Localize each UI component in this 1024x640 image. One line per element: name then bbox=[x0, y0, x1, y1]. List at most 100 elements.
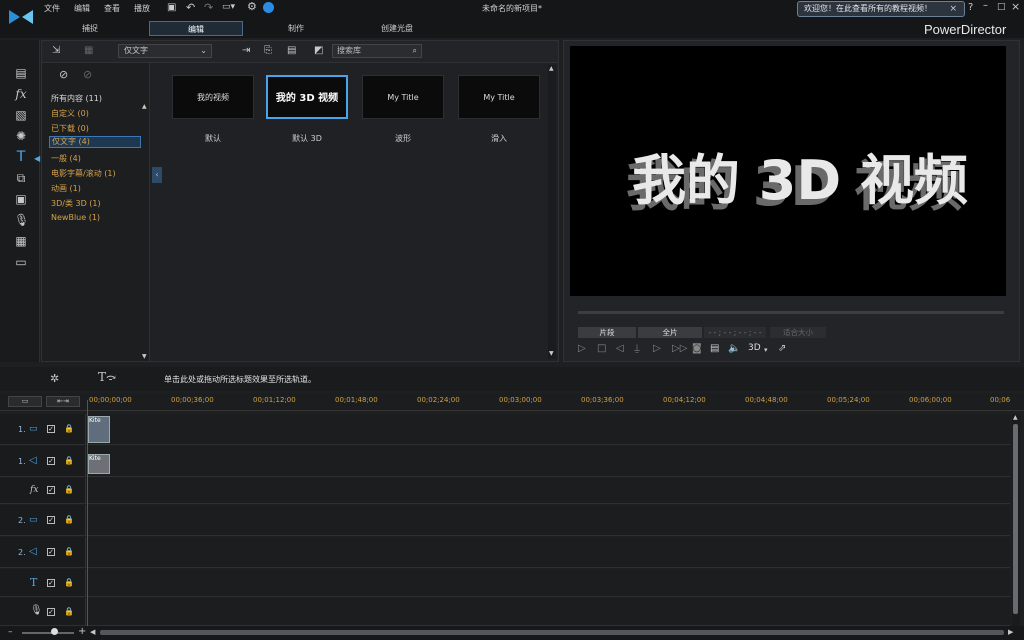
menu-play[interactable]: 播放 bbox=[134, 3, 150, 14]
effect-track[interactable]: fx ✓ 🔒 bbox=[0, 478, 1010, 504]
audio-track-1[interactable]: 1. ◁ ✓ 🔒 Kite bbox=[0, 446, 1010, 477]
track-enable-checkbox[interactable]: ✓ bbox=[47, 608, 55, 616]
split-icon[interactable]: ⍊ bbox=[634, 343, 640, 354]
scroll-up-icon[interactable]: ▲ bbox=[1013, 414, 1018, 421]
category-animation[interactable]: 动画 (1) bbox=[51, 183, 81, 194]
category-3d[interactable]: 3D/类 3D (1) bbox=[51, 198, 101, 209]
category-text-only[interactable]: 仅文字 (4) bbox=[49, 136, 141, 148]
video-track-2[interactable]: 2. ▭ ✓ 🔒 bbox=[0, 505, 1010, 536]
clip-mode-button[interactable]: 片段 bbox=[578, 327, 636, 338]
monitor-icon[interactable]: ▭▾ bbox=[222, 2, 235, 12]
voice-track[interactable]: 🎙 ✓ 🔒 bbox=[0, 598, 1010, 626]
media-room-icon[interactable]: ▤ bbox=[14, 66, 28, 80]
remove-tag-icon[interactable]: ⊘ bbox=[83, 68, 92, 81]
search-icon[interactable]: ⌕ bbox=[413, 45, 417, 57]
filter-dropdown[interactable]: 仅文字 ⌄ bbox=[118, 44, 212, 58]
3d-mode-button[interactable]: 3D bbox=[748, 343, 761, 353]
transition-room-icon[interactable]: ⧉ bbox=[14, 171, 28, 185]
lock-icon[interactable]: 🔒 bbox=[64, 608, 74, 616]
audio-clip[interactable]: Kite bbox=[88, 454, 110, 474]
title-template-default[interactable]: 我的视频 bbox=[172, 75, 254, 119]
timeline-ruler[interactable]: ▭ ⇤⇥ 00;00;00;00 00;00;36;00 00;01;12;00… bbox=[0, 393, 1024, 411]
timecode-display[interactable]: - - ; - - ; - - ; - - bbox=[704, 327, 766, 338]
upgrade-icon[interactable] bbox=[263, 2, 274, 13]
fx-room-icon[interactable]: fx bbox=[14, 87, 28, 101]
save-icon[interactable]: ▣ bbox=[167, 2, 176, 13]
redo-icon[interactable]: ↷ bbox=[204, 1, 213, 14]
track-enable-checkbox[interactable]: ✓ bbox=[47, 457, 55, 465]
new-title-icon[interactable]: ⇥ bbox=[242, 45, 250, 56]
category-scroll-down[interactable]: ▼ bbox=[142, 353, 147, 360]
play-icon[interactable]: ▷ bbox=[578, 343, 586, 354]
previous-frame-icon[interactable]: ◁ bbox=[616, 343, 624, 354]
menu-file[interactable]: 文件 bbox=[44, 3, 60, 14]
welcome-banner[interactable]: 欢迎您！在此查看所有的教程视频！ × bbox=[797, 1, 965, 17]
zoom-slider-handle[interactable] bbox=[51, 628, 58, 635]
audio-mixing-icon[interactable]: ▣ bbox=[14, 192, 28, 206]
track-enable-checkbox[interactable]: ✓ bbox=[47, 579, 55, 587]
title-template-wave[interactable]: My Title bbox=[362, 75, 444, 119]
preview-scrubber[interactable] bbox=[578, 311, 1004, 314]
collapse-panel-button[interactable]: ‹ bbox=[152, 167, 162, 183]
subtitle-icon[interactable]: ▤ bbox=[710, 343, 719, 354]
track-enable-checkbox[interactable]: ✓ bbox=[47, 548, 55, 556]
minimize-icon[interactable]: – bbox=[983, 0, 988, 11]
zoom-slider[interactable] bbox=[22, 632, 74, 634]
lock-icon[interactable]: 🔒 bbox=[64, 579, 74, 587]
lock-icon[interactable]: 🔒 bbox=[64, 457, 74, 465]
tab-capture[interactable]: 捕捉 bbox=[58, 21, 122, 36]
volume-icon[interactable]: 🔈 bbox=[728, 343, 740, 354]
zoom-in-icon[interactable]: + bbox=[78, 626, 86, 637]
zoom-out-icon[interactable]: – bbox=[8, 627, 13, 637]
lock-icon[interactable]: 🔒 bbox=[64, 425, 74, 433]
title-template-slide-in[interactable]: My Title bbox=[458, 75, 540, 119]
scroll-down-icon[interactable]: ▼ bbox=[549, 350, 554, 357]
category-all[interactable]: 所有内容 (11) bbox=[51, 93, 102, 104]
menu-view[interactable]: 查看 bbox=[104, 3, 120, 14]
playhead[interactable] bbox=[87, 400, 88, 628]
library-search-input[interactable]: 搜索库 ⌕ bbox=[332, 44, 422, 58]
category-general[interactable]: 一般 (4) bbox=[51, 153, 81, 164]
lock-icon[interactable]: 🔒 bbox=[64, 486, 74, 494]
plugins-icon[interactable]: ▦ bbox=[84, 45, 93, 56]
magic-tools-icon[interactable]: ✲ bbox=[50, 372, 59, 385]
menu-edit[interactable]: 编辑 bbox=[74, 3, 90, 14]
scroll-left-icon[interactable]: ◀ bbox=[90, 628, 95, 636]
track-enable-checkbox[interactable]: ✓ bbox=[47, 425, 55, 433]
thumbnail-size-icon[interactable]: ◩ bbox=[314, 45, 323, 56]
category-scroll-up[interactable]: ▲ bbox=[142, 103, 147, 110]
video-track-1[interactable]: 1. ▭ ✓ 🔒 Kite bbox=[0, 414, 1010, 445]
lock-icon[interactable]: 🔒 bbox=[64, 548, 74, 556]
title-designer-icon[interactable]: T⤼ bbox=[98, 370, 116, 384]
audio-track-2[interactable]: 2. ◁ ✓ 🔒 bbox=[0, 537, 1010, 568]
category-newblue[interactable]: NewBlue (1) bbox=[51, 213, 100, 222]
fast-forward-icon[interactable]: ▷▷ bbox=[672, 343, 687, 354]
lock-icon[interactable]: 🔒 bbox=[64, 516, 74, 524]
view-mode-icon[interactable]: ▤ bbox=[287, 45, 296, 56]
pip-room-icon[interactable]: ▧ bbox=[14, 108, 28, 122]
undo-icon[interactable]: ↶ bbox=[186, 1, 195, 14]
modify-icon[interactable]: ⎘ bbox=[264, 45, 272, 56]
tab-edit[interactable]: 编辑 bbox=[149, 21, 243, 36]
timeline-view-button[interactable]: ⇤⇥ bbox=[46, 396, 80, 407]
stop-icon[interactable]: □ bbox=[597, 343, 606, 354]
voiceover-icon[interactable]: 🎙 bbox=[14, 213, 29, 227]
maximize-icon[interactable]: □ bbox=[997, 2, 1006, 12]
timeline-horizontal-scrollbar[interactable] bbox=[100, 630, 1004, 635]
snapshot-icon[interactable]: ◙ bbox=[692, 343, 702, 354]
chevron-down-icon[interactable]: ▾ bbox=[764, 346, 768, 354]
title-template-default-3d[interactable]: 我的 3D 视频 bbox=[266, 75, 348, 119]
close-icon[interactable]: × bbox=[949, 2, 957, 16]
tab-produce[interactable]: 制作 bbox=[264, 21, 328, 36]
settings-gear-icon[interactable]: ⚙ bbox=[247, 0, 257, 13]
track-enable-checkbox[interactable]: ✓ bbox=[47, 486, 55, 494]
help-icon[interactable]: ? bbox=[968, 2, 973, 13]
subtitle-room-icon[interactable]: ▭ bbox=[14, 255, 28, 269]
chapter-room-icon[interactable]: ▦ bbox=[14, 234, 28, 248]
add-tag-icon[interactable]: ⊘ bbox=[59, 68, 68, 81]
scroll-thumb[interactable] bbox=[1013, 424, 1018, 614]
track-enable-checkbox[interactable]: ✓ bbox=[47, 516, 55, 524]
library-scrollbar[interactable]: ▲ ▼ bbox=[548, 65, 556, 359]
title-track[interactable]: T ✓ 🔒 bbox=[0, 569, 1010, 597]
scroll-right-icon[interactable]: ▶ bbox=[1008, 628, 1013, 636]
